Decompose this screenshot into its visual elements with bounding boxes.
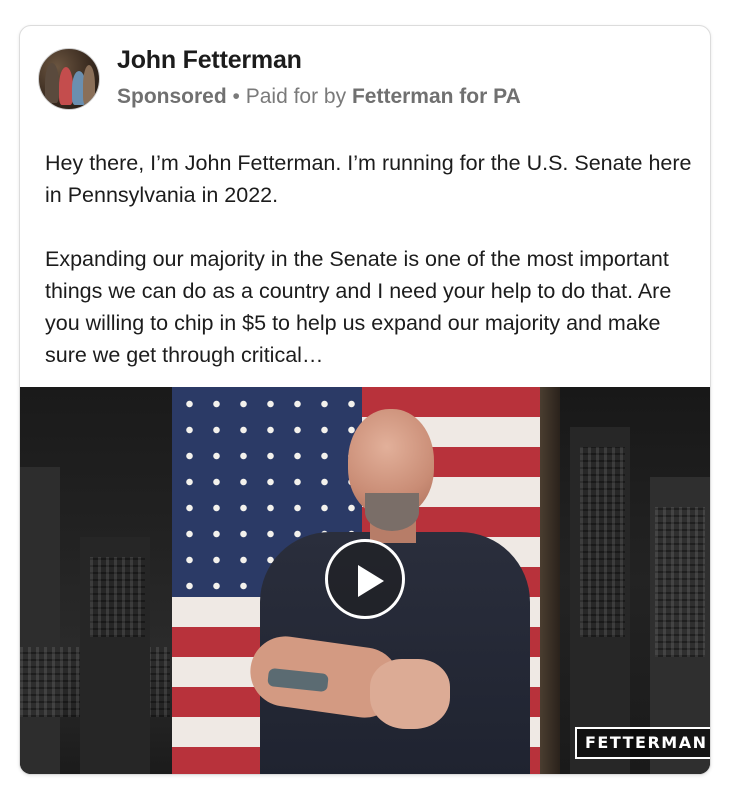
- building: [20, 467, 60, 774]
- avatar-figure: [59, 67, 73, 105]
- beard: [365, 493, 419, 531]
- clasped-hands: [370, 659, 450, 729]
- avatar-figure: [45, 63, 59, 103]
- city-background-right: [560, 387, 710, 774]
- author-name[interactable]: John Fetterman: [117, 46, 302, 75]
- building-windows: [90, 557, 145, 637]
- avatar[interactable]: [38, 48, 100, 110]
- avatar-figure: [83, 65, 95, 105]
- play-button[interactable]: [325, 539, 405, 619]
- sponsored-label: Sponsored: [117, 85, 227, 108]
- building-windows: [655, 507, 705, 657]
- post-body: Hey there, I’m John Fetterman. I’m runni…: [45, 147, 695, 371]
- post-header: John Fetterman Sponsored • Paid for by F…: [20, 26, 710, 126]
- play-icon: [358, 565, 384, 597]
- fetterman-wordmark: FETTERMAN: [575, 727, 710, 759]
- city-background-left: [20, 387, 172, 774]
- post-paragraph-1: Hey there, I’m John Fetterman. I’m runni…: [45, 151, 692, 207]
- sponsored-post-card: John Fetterman Sponsored • Paid for by F…: [19, 25, 711, 775]
- post-paragraph-2: Expanding our majority in the Senate is …: [45, 247, 672, 367]
- building-windows: [580, 447, 625, 637]
- paid-for-entity[interactable]: Fetterman for PA: [352, 85, 521, 108]
- meta-separator: •: [226, 85, 246, 108]
- post-meta: Sponsored • Paid for by Fetterman for PA: [117, 85, 521, 109]
- paid-for-prefix: Paid for by: [245, 85, 352, 108]
- video-player[interactable]: FETTERMAN: [20, 387, 710, 774]
